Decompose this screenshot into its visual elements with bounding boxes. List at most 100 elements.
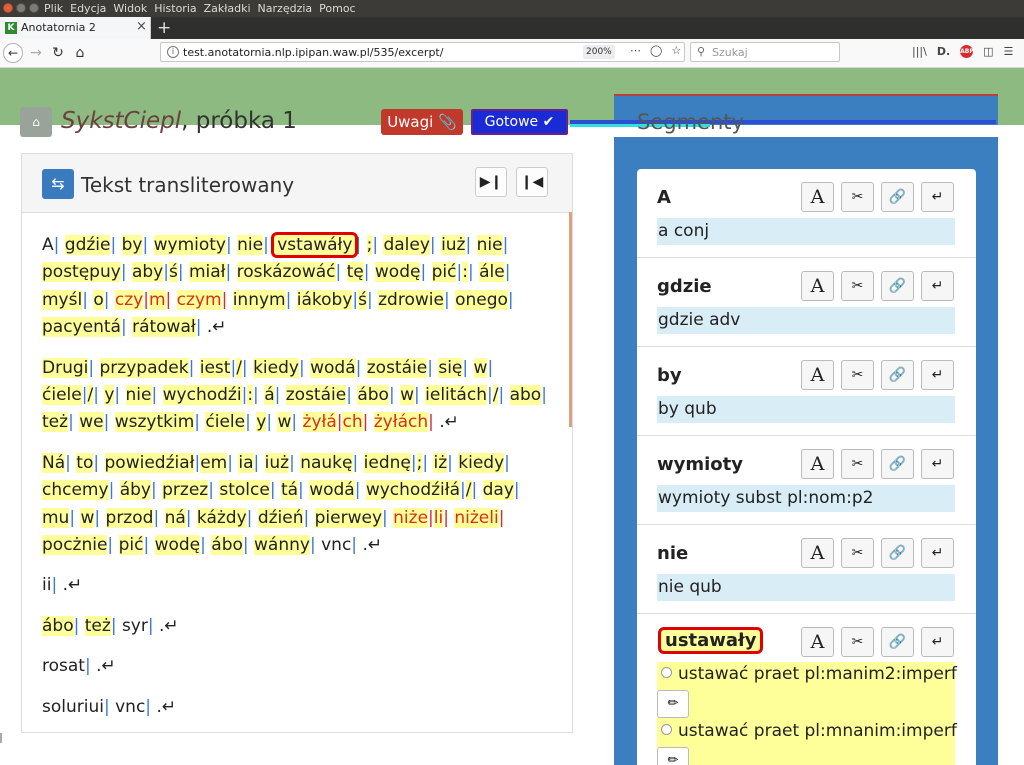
change-orthography-icon[interactable]: A (801, 182, 834, 212)
text-word[interactable]: li (433, 507, 444, 528)
pocket-icon[interactable]: ◯ (650, 44, 662, 57)
text-word[interactable]: roskázowáć (236, 262, 336, 283)
segment-token[interactable]: ustawały (657, 627, 764, 654)
segment-interpretation[interactable]: gdzie adv (657, 307, 955, 334)
text-word[interactable]: áby (119, 480, 151, 501)
text-word[interactable]: vnc (115, 697, 145, 717)
menu-item-3[interactable]: Historia (154, 2, 196, 15)
segment-token[interactable]: A (657, 187, 671, 208)
text-word[interactable]: tę (346, 262, 364, 283)
text-word[interactable]: aby (131, 262, 164, 283)
prev-segment-button[interactable]: ❙◀ (516, 167, 548, 197)
text-word[interactable]: iednę (363, 452, 411, 473)
line-break-icon[interactable]: ↵ (921, 449, 954, 479)
text-word[interactable]: iest (199, 357, 231, 378)
menu-item-4[interactable]: Zakładki (204, 2, 251, 15)
line-break-icon[interactable]: ↵ (921, 360, 954, 390)
text-word[interactable]: .↵ (159, 616, 179, 636)
text-word[interactable]: w (473, 357, 488, 378)
text-word[interactable]: postępuy (42, 262, 121, 283)
text-word[interactable]: też (42, 412, 69, 433)
text-word[interactable]: zostáie (285, 385, 347, 406)
text-word[interactable]: .↵ (439, 412, 459, 432)
text-word[interactable]: soluriui (42, 697, 104, 717)
text-scrollbar[interactable] (569, 212, 572, 427)
text-word[interactable]: w (80, 507, 95, 528)
text-word[interactable]: czy (114, 289, 144, 310)
text-word[interactable]: ábo (211, 535, 243, 556)
text-word[interactable]: w (400, 385, 414, 406)
split-segment-icon[interactable]: ✂ (841, 271, 874, 301)
split-segment-icon[interactable]: ✂ (841, 360, 874, 390)
text-word[interactable]: .↵ (362, 535, 382, 555)
text-word[interactable]: iuż (264, 452, 290, 473)
join-segments-icon[interactable]: 🔗 (881, 538, 914, 568)
text-word[interactable]: nie (476, 235, 503, 255)
text-word[interactable]: ś (168, 262, 178, 283)
text-word[interactable]: m (148, 289, 166, 310)
text-word[interactable]: o (93, 289, 104, 310)
home-icon[interactable]: ⌂ (70, 43, 90, 63)
text-word[interactable]: wymioty (153, 235, 226, 255)
text-word[interactable]: Ná (42, 452, 66, 473)
text-word[interactable]: w (277, 412, 292, 433)
text-word[interactable]: .↵ (63, 575, 83, 595)
text-word[interactable]: ćiele (42, 385, 82, 406)
text-word[interactable]: y (256, 412, 267, 433)
text-word[interactable]: gdźie (64, 235, 111, 255)
text-word[interactable]: rosat (42, 656, 85, 676)
text-word[interactable]: wodę (374, 262, 421, 283)
text-word[interactable]: nie (237, 235, 264, 255)
menu-item-0[interactable]: Plik (44, 2, 63, 15)
split-segment-icon[interactable]: ✂ (841, 627, 874, 657)
split-segment-icon[interactable]: ✂ (841, 182, 874, 212)
text-word[interactable]: myśl (42, 289, 83, 310)
text-word[interactable]: A (42, 235, 54, 255)
text-word[interactable]: ch (342, 412, 363, 433)
next-segment-button[interactable]: ▶❙ (475, 167, 507, 197)
text-word[interactable]: wodę (154, 535, 201, 556)
text-word[interactable]: też (84, 615, 111, 636)
text-word[interactable]: .↵ (156, 697, 176, 717)
new-tab-button[interactable]: + (157, 17, 171, 39)
text-word[interactable]: zostáie (366, 357, 428, 378)
join-segments-icon[interactable]: 🔗 (881, 449, 914, 479)
text-word[interactable]: vnc (321, 535, 351, 555)
text-word[interactable]: ia (238, 452, 254, 473)
segment-interpretation[interactable]: by qub (657, 396, 955, 423)
sidebar-icon[interactable]: ◫ (983, 45, 993, 58)
interpretation-radio[interactable] (661, 667, 672, 678)
interpretation-option[interactable]: ustawać praet pl:mnanim:imperf (661, 721, 957, 741)
interpretation-radio[interactable] (661, 724, 672, 735)
change-orthography-icon[interactable]: A (801, 360, 834, 390)
text-word[interactable]: pocżnie (42, 535, 108, 556)
text-word[interactable]: káżdy (196, 507, 247, 528)
text-word[interactable]: wychodźiłá (365, 480, 461, 501)
text-word[interactable]: nie (125, 385, 152, 406)
forward-button[interactable]: → (26, 43, 46, 63)
text-word[interactable]: mu (42, 507, 70, 528)
library-icon[interactable]: |||\ (912, 45, 927, 58)
line-break-icon[interactable]: ↵ (921, 538, 954, 568)
window-maximize-button[interactable] (29, 3, 39, 13)
text-word[interactable]: syr (122, 616, 148, 636)
text-word[interactable]: niżeli (454, 507, 499, 528)
text-word[interactable]: wodá (309, 480, 355, 501)
text-word[interactable]: przod (105, 507, 154, 528)
text-word[interactable]: czym (176, 289, 222, 310)
text-word[interactable]: przypadek (99, 357, 189, 378)
text-word[interactable]: iákoby (296, 289, 353, 310)
text-word[interactable]: pierwey (314, 507, 383, 528)
text-word[interactable]: innym (232, 289, 286, 310)
text-word[interactable]: naukę (300, 452, 353, 473)
remarks-button[interactable]: Uwagi 📎 (381, 109, 463, 135)
text-word[interactable]: powiedźiał (104, 452, 195, 473)
text-word[interactable]: iż (433, 452, 448, 473)
reload-button[interactable]: ↻ (48, 43, 68, 63)
text-word[interactable]: Drugi (42, 357, 89, 378)
text-word[interactable]: żyłá (302, 412, 337, 433)
text-word[interactable]: niże (393, 507, 429, 528)
join-segments-icon[interactable]: 🔗 (881, 182, 914, 212)
info-icon[interactable]: i (167, 46, 179, 58)
text-word[interactable]: wychodźi (162, 385, 242, 406)
